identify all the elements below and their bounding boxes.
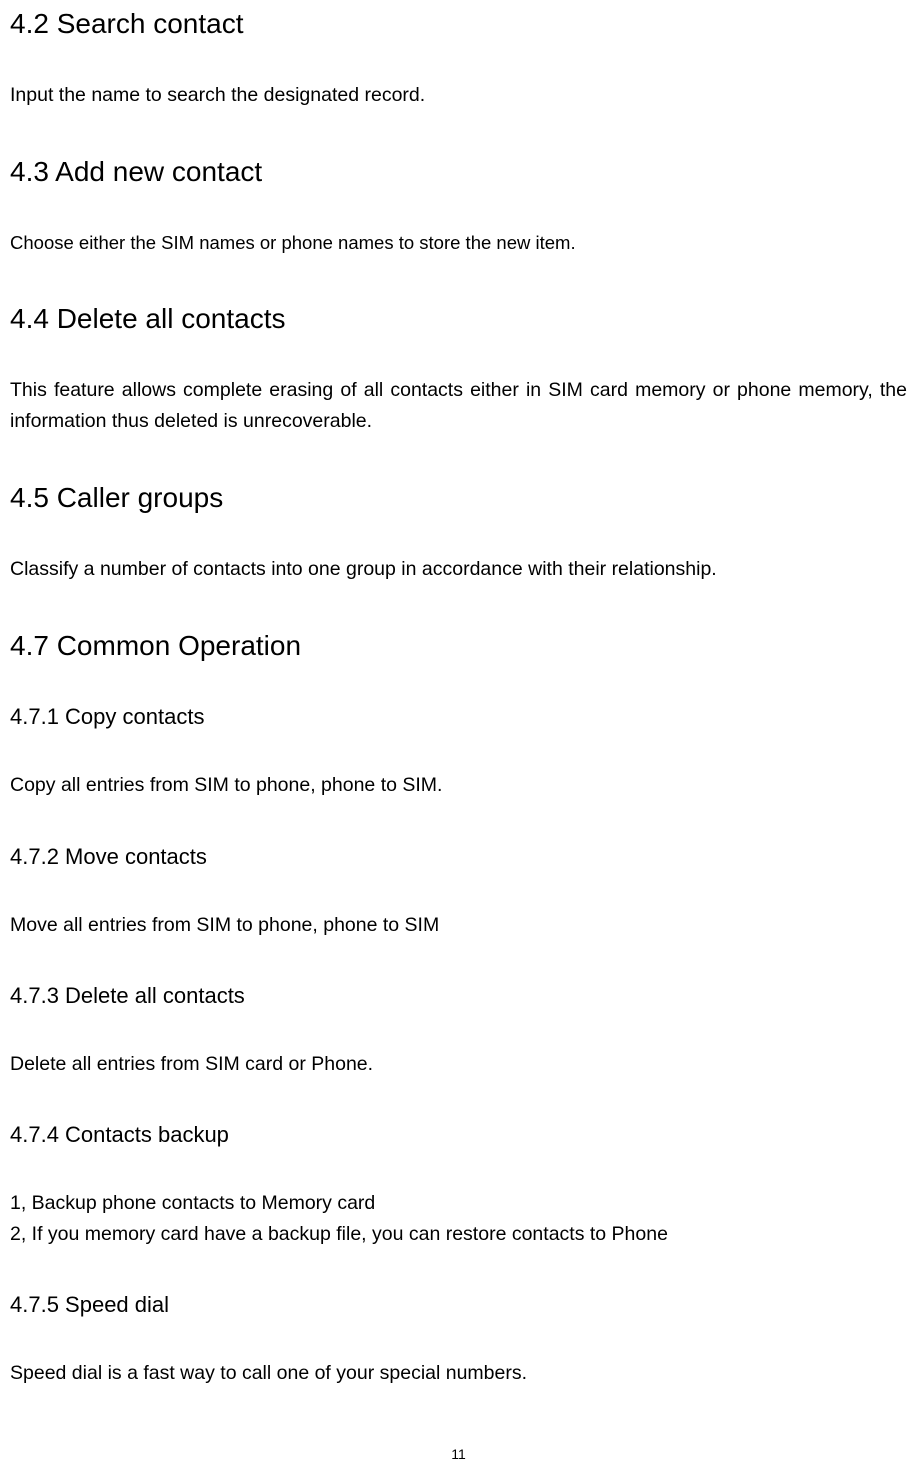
- body-delete-all-contacts-sub: Delete all entries from SIM card or Phon…: [10, 1049, 907, 1080]
- heading-move-contacts: 4.7.2 Move contacts: [10, 844, 907, 870]
- body-add-new-contact: Choose either the SIM names or phone nam…: [10, 228, 907, 258]
- page-number: 11: [0, 1446, 917, 1462]
- heading-speed-dial: 4.7.5 Speed dial: [10, 1292, 907, 1318]
- heading-add-new-contact: 4.3 Add new contact: [10, 156, 907, 188]
- body-move-contacts: Move all entries from SIM to phone, phon…: [10, 910, 907, 941]
- body-contacts-backup-1: 1, Backup phone contacts to Memory card: [10, 1188, 907, 1219]
- heading-caller-groups: 4.5 Caller groups: [10, 482, 907, 514]
- heading-copy-contacts: 4.7.1 Copy contacts: [10, 704, 907, 730]
- body-speed-dial: Speed dial is a fast way to call one of …: [10, 1358, 907, 1389]
- body-copy-contacts: Copy all entries from SIM to phone, phon…: [10, 770, 907, 801]
- body-delete-all-contacts: This feature allows complete erasing of …: [10, 375, 907, 437]
- heading-contacts-backup: 4.7.4 Contacts backup: [10, 1122, 907, 1148]
- body-contacts-backup-2: 2, If you memory card have a backup file…: [10, 1219, 907, 1250]
- heading-common-operation: 4.7 Common Operation: [10, 630, 907, 662]
- heading-delete-all-contacts: 4.4 Delete all contacts: [10, 303, 907, 335]
- heading-search-contact: 4.2 Search contact: [10, 8, 907, 40]
- heading-delete-all-contacts-sub: 4.7.3 Delete all contacts: [10, 983, 907, 1009]
- body-search-contact: Input the name to search the designated …: [10, 80, 907, 111]
- body-caller-groups: Classify a number of contacts into one g…: [10, 554, 907, 585]
